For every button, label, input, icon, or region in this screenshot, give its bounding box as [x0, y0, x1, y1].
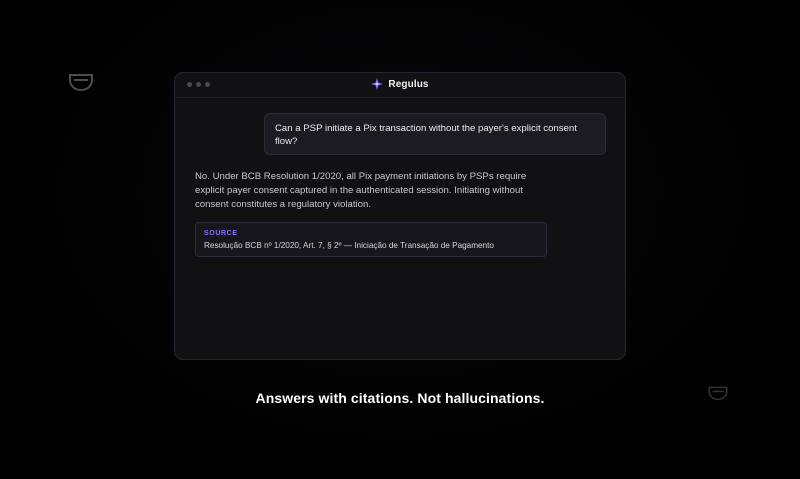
tagline: Answers with citations. Not hallucinatio…	[255, 390, 545, 406]
app-title: Regulus	[388, 78, 429, 90]
background-logo-icon	[68, 72, 94, 97]
source-citation-text: Resolução BCB nº 1/2020, Art. 7, § 2º — …	[204, 241, 494, 250]
user-message: Can a PSP initiate a Pix transaction wit…	[264, 113, 606, 155]
window-titlebar: Regulus	[175, 73, 625, 98]
app-brand: Regulus	[175, 78, 625, 90]
chat-window: Regulus Can a PSP initiate a Pix transac…	[174, 72, 626, 360]
source-label: SOURCE	[204, 230, 238, 237]
sparkle-icon	[371, 78, 384, 90]
assistant-message: No. Under BCB Resolution 1/2020, all Pix…	[195, 171, 527, 210]
stage: Regulus Can a PSP initiate a Pix transac…	[0, 0, 800, 479]
source-citation-card[interactable]: SOURCE Resolução BCB nº 1/2020, Art. 7, …	[195, 222, 547, 257]
